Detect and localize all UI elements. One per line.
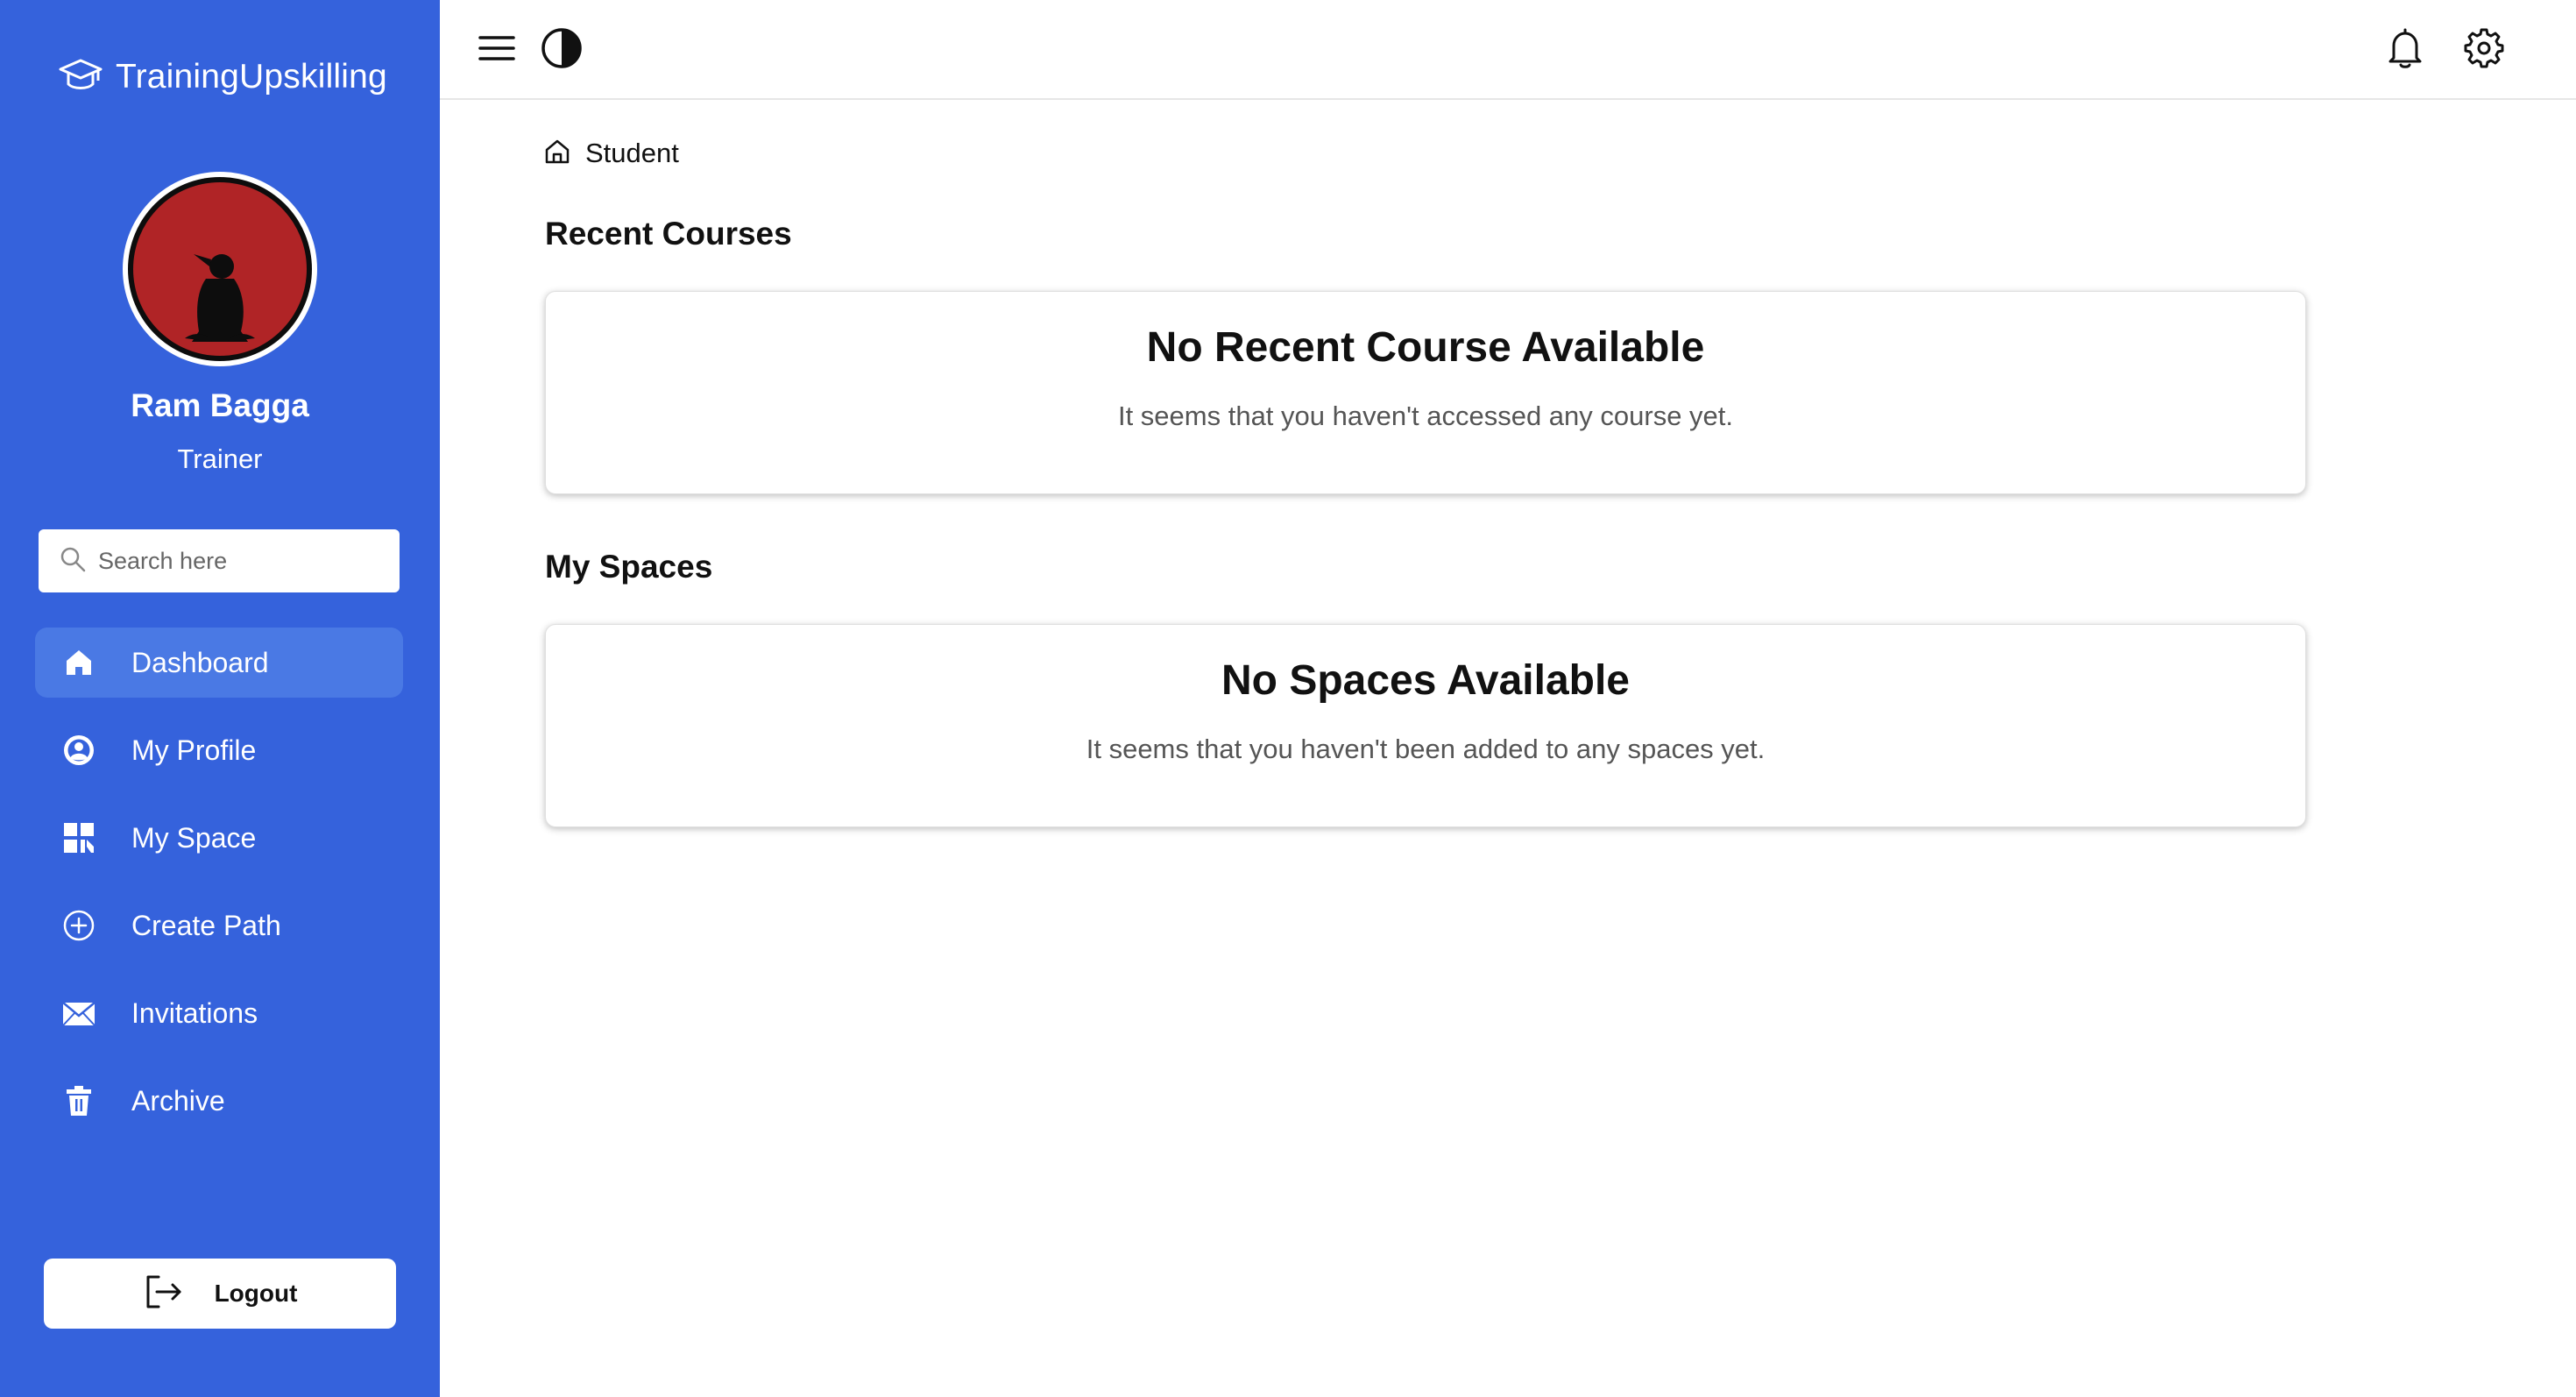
my-spaces-empty-card: No Spaces Available It seems that you ha… (545, 624, 2306, 827)
sidebar-item-label: Invitations (131, 996, 258, 1029)
my-spaces-empty-text: It seems that you haven't been added to … (1086, 734, 1766, 764)
top-bar (440, 0, 2576, 100)
sidebar-item-archive[interactable]: Archive (35, 1066, 403, 1136)
graduation-cap-icon (58, 56, 103, 99)
mail-icon (61, 996, 96, 1031)
recent-courses-heading: Recent Courses (545, 216, 792, 252)
bell-icon (2383, 26, 2427, 74)
avatar[interactable] (123, 172, 317, 366)
brand-name: TrainingUpskilling (116, 58, 387, 96)
sidebar: TrainingUpskilling Ram Bagga Trainer Sea… (0, 0, 440, 1397)
my-spaces-empty-title: No Spaces Available (1221, 657, 1630, 704)
sidebar-item-label: Create Path (131, 909, 281, 941)
home-icon (61, 645, 96, 680)
sidebar-item-create-path[interactable]: Create Path (35, 890, 403, 961)
settings-button[interactable] (2460, 26, 2508, 74)
user-role: Trainer (177, 443, 263, 474)
contrast-icon (540, 26, 584, 74)
gear-icon (2462, 26, 2506, 74)
sidebar-item-my-space[interactable]: My Space (35, 803, 403, 873)
grid-icon (61, 820, 96, 855)
sidebar-item-invitations[interactable]: Invitations (35, 978, 403, 1048)
sidebar-item-label: Archive (131, 1084, 225, 1117)
recent-courses-empty-card: No Recent Course Available It seems that… (545, 291, 2306, 494)
logout-label: Logout (214, 1280, 298, 1307)
menu-toggle-button[interactable] (473, 26, 520, 74)
user-name: Ram Bagga (131, 387, 309, 423)
logout-icon (143, 1272, 183, 1316)
sidebar-item-my-profile[interactable]: My Profile (35, 715, 403, 785)
search-input[interactable] (98, 547, 379, 575)
hamburger-icon (475, 26, 519, 74)
sidebar-item-label: My Profile (131, 734, 257, 766)
recent-courses-empty-title: No Recent Course Available (1146, 324, 1705, 371)
sidebar-item-label: My Space (131, 821, 257, 854)
sidebar-item-dashboard[interactable]: Dashboard (35, 628, 403, 698)
my-spaces-heading: My Spaces (545, 549, 713, 585)
breadcrumb: Student (543, 133, 679, 174)
trash-icon (61, 1083, 96, 1118)
search-box (39, 529, 400, 592)
plus-circle-icon (61, 908, 96, 943)
recent-courses-empty-text: It seems that you haven't accessed any c… (1117, 401, 1734, 431)
notifications-button[interactable] (2381, 26, 2429, 74)
breadcrumb-current[interactable]: Student (585, 138, 679, 169)
logout-button[interactable]: Logout (44, 1259, 396, 1329)
home-outline-icon[interactable] (543, 138, 571, 170)
sidebar-item-label: Dashboard (131, 646, 269, 678)
search-icon (60, 546, 86, 577)
user-circle-icon (61, 733, 96, 768)
brand[interactable]: TrainingUpskilling (58, 53, 387, 102)
theme-toggle-button[interactable] (538, 26, 585, 74)
sidebar-nav: Dashboard My Profile My Space Create Pat… (35, 628, 403, 1153)
